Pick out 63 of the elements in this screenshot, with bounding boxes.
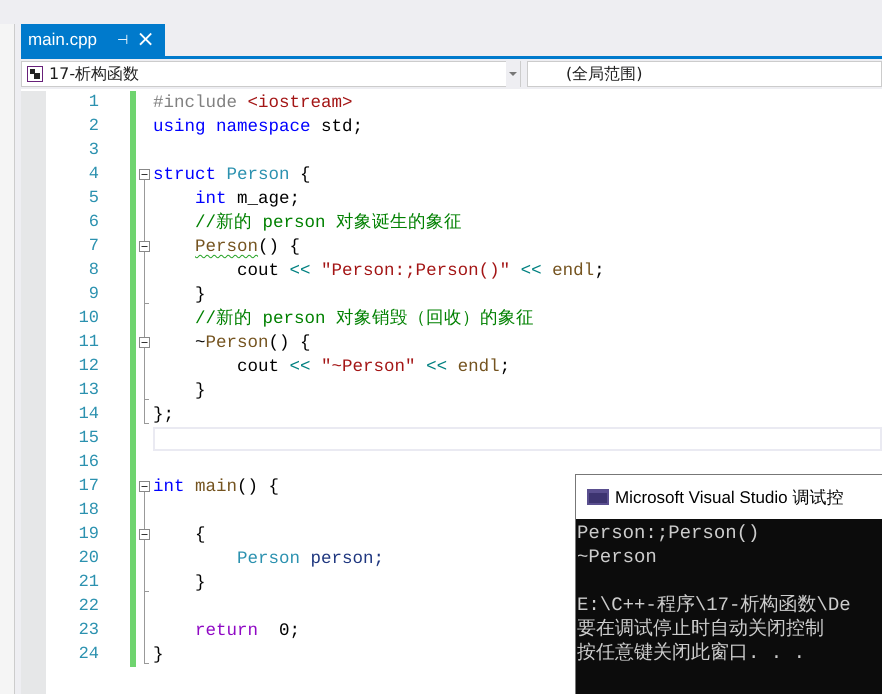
code-line: cout << "~Person" << endl; [236, 357, 510, 377]
scope-dropdown[interactable]: 17-析构函数 [21, 61, 521, 87]
code-line: return 0; [194, 621, 300, 641]
line-number: 17 [78, 476, 99, 498]
console-output-line: 按任意键关闭此窗口. . . [577, 641, 806, 665]
line-number: 4 [88, 164, 99, 186]
line-number: 23 [78, 620, 99, 642]
code-line: cout << "Person:;Person()" << endl; [236, 261, 605, 281]
code-line: { [194, 525, 206, 545]
line-number: 22 [78, 596, 99, 618]
line-number: 24 [78, 644, 99, 666]
line-number: 8 [88, 260, 99, 282]
line-number: 21 [78, 572, 99, 594]
line-number: 12 [78, 356, 99, 378]
code-line: Person() { [194, 237, 300, 257]
code-line: int main() { [153, 477, 280, 497]
line-number: 14 [78, 404, 99, 426]
code-line: using namespace std; [153, 117, 364, 137]
file-tab[interactable]: main.cpp ⊣ × [21, 24, 165, 56]
collapse-toggle[interactable] [139, 337, 150, 348]
line-number: 19 [78, 524, 99, 546]
line-number: 6 [88, 212, 99, 234]
line-number: 1 [88, 92, 99, 114]
code-line: //新的 person 对象销毁（回收）的象征 [194, 309, 534, 329]
line-number: 10 [78, 308, 99, 330]
code-line: //新的 person 对象诞生的象征 [194, 213, 462, 233]
code-line: } [194, 381, 206, 401]
console-output-line: E:\C++-程序\17-析构函数\De [577, 593, 852, 617]
console-icon [587, 489, 609, 505]
line-number: 15 [78, 428, 99, 450]
code-line: } [194, 285, 206, 305]
code-line: }; [153, 405, 174, 425]
console-output-line: Person:;Person() [577, 521, 760, 545]
collapse-toggle[interactable] [139, 169, 150, 180]
window-title: Microsoft Visual Studio 调试控 [615, 486, 844, 508]
collapse-toggle[interactable] [139, 481, 150, 492]
line-number: 7 [88, 236, 99, 258]
code-line: } [153, 645, 164, 665]
line-number: 13 [78, 380, 99, 402]
console-output-line: ~Person [577, 545, 658, 569]
line-number: 9 [88, 284, 99, 306]
caret-icon[interactable] [506, 60, 520, 88]
collapse-toggle[interactable] [139, 241, 150, 252]
close-icon[interactable]: × [136, 29, 155, 51]
line-number: 5 [88, 188, 99, 210]
line-number: 16 [78, 452, 99, 474]
pin-icon[interactable]: ⊣ [116, 32, 128, 48]
line-number: 18 [78, 500, 99, 522]
code-line: #include <iostream> [153, 93, 353, 113]
collapse-toggle[interactable] [139, 529, 150, 540]
code-line: Person person; [236, 549, 384, 569]
line-number: 2 [88, 116, 99, 138]
tab-title: main.cpp [28, 30, 97, 50]
code-line: ~Person() { [194, 333, 311, 353]
line-number: 3 [88, 140, 99, 162]
line-number: 20 [78, 548, 99, 570]
code-line: } [194, 573, 206, 593]
code-line: int m_age; [194, 189, 300, 209]
code-line: struct Person { [153, 165, 311, 185]
console-output-line: 要在调试停止时自动关闭控制 [577, 617, 825, 641]
line-number: 11 [78, 332, 99, 354]
member-dropdown[interactable]: (全局范围) [527, 61, 882, 87]
class-icon [27, 66, 43, 82]
